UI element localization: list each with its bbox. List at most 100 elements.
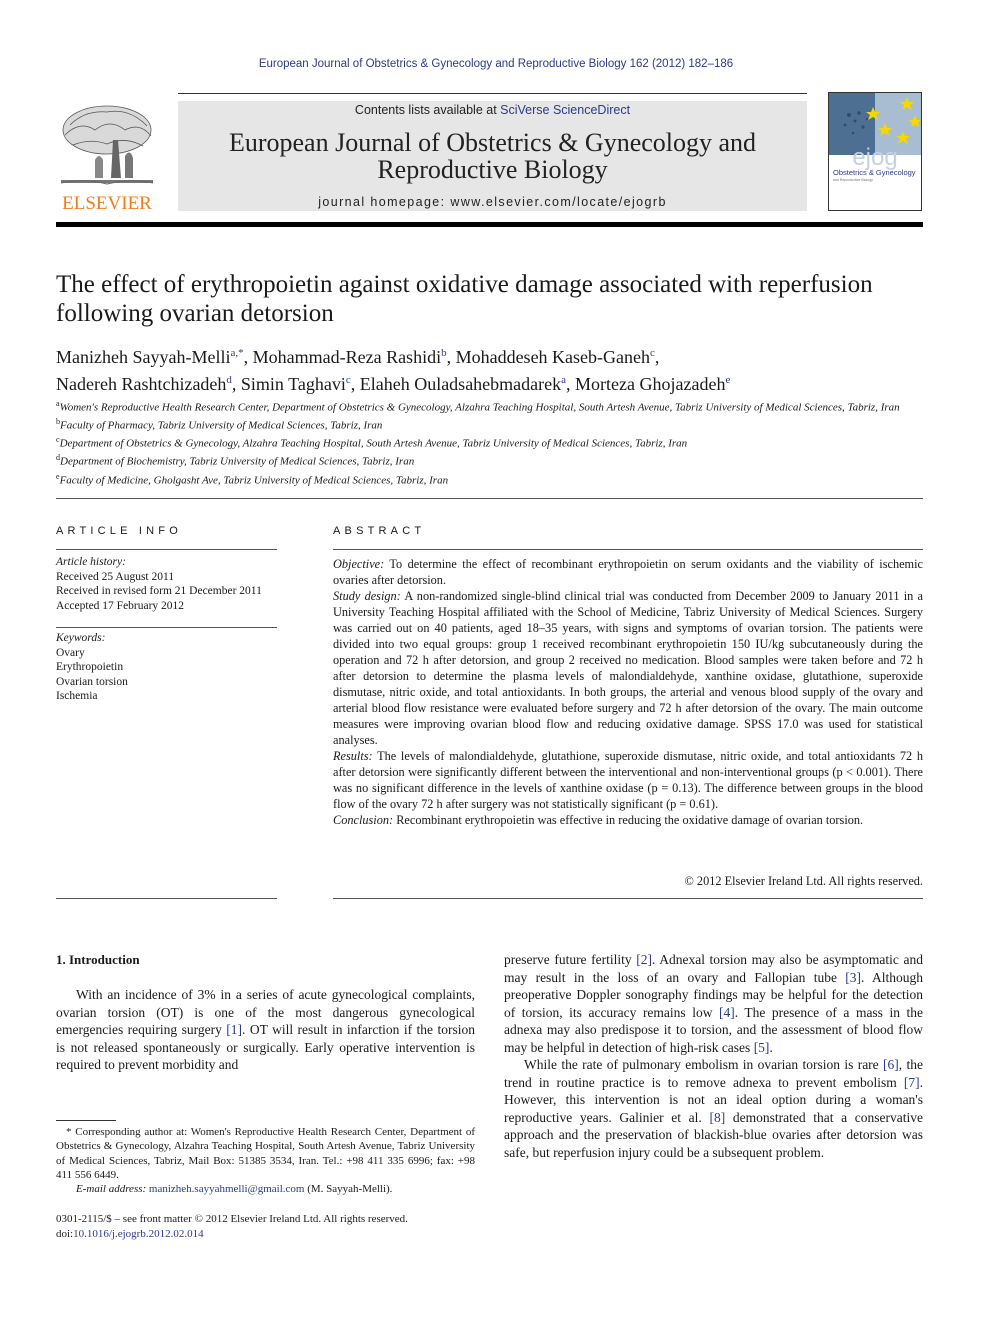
tree-icon [60, 105, 154, 185]
author-name: Mohaddeseh Kaseb-Ganeh [455, 347, 651, 367]
masthead-divider [56, 222, 923, 227]
paragraph-text: . [769, 1039, 773, 1055]
affiliation-text: Women's Reproductive Health Research Cen… [59, 401, 900, 414]
journal-cover-thumbnail[interactable]: ejog Obstetrics & Gynecology and Reprodu… [828, 92, 922, 211]
reference-link[interactable]: [3] [845, 970, 861, 985]
sciencedirect-link[interactable]: SciVerse ScienceDirect [500, 103, 630, 117]
author-name: Manizheh Sayyah-Melli [56, 347, 231, 367]
abstract-section-label: Conclusion: [333, 813, 394, 827]
homepage-url[interactable]: www.elsevier.com/locate/ejogrb [450, 195, 666, 209]
article-history-label: Article history: [56, 556, 126, 568]
author-line-2: Nadereh Rashtchizadehd, Simin Taghavic, … [56, 369, 926, 396]
issn-line: 0301-2115/$ – see front matter © 2012 El… [56, 1213, 408, 1225]
affiliation-item: dDepartment of Biochemistry, Tabriz Univ… [56, 451, 926, 469]
intro-paragraph-1: With an incidence of 3% in a series of a… [56, 986, 475, 1074]
homepage-prefix: journal homepage: [318, 195, 451, 209]
author-name: Elaheh Ouladsahebmadarek [359, 374, 562, 394]
reference-link[interactable]: [4] [719, 1005, 735, 1020]
article-history: Article history: Received 25 August 2011… [56, 555, 281, 613]
elsevier-logo[interactable]: ELSEVIER [55, 100, 159, 215]
author-affiliation-link[interactable]: a,* [230, 347, 243, 359]
affiliation-item: cDepartment of Obstetrics & Gynecology, … [56, 433, 926, 451]
abstract-bottom-rule [333, 898, 923, 899]
abstract-section-text: The levels of malondialdehyde, glutathio… [333, 749, 923, 811]
journal-title-line2: Reproductive Biology [377, 155, 608, 184]
corresponding-author-footnote: * Corresponding author at: Women's Repro… [56, 1125, 475, 1196]
citation-header[interactable]: European Journal of Obstetrics & Gynecol… [0, 58, 992, 70]
author-line-1: Manizheh Sayyah-Mellia,*, Mohammad-Reza … [56, 342, 926, 369]
doi-prefix: doi: [56, 1227, 74, 1240]
abstract-body: Objective: To determine the effect of re… [333, 556, 923, 828]
author-separator: , [654, 347, 660, 367]
abstract-section-text: A non-randomized single-blind clinical t… [333, 589, 923, 747]
reference-link[interactable]: [1] [226, 1022, 242, 1037]
keyword-item: Ischemia [56, 690, 98, 702]
author-separator: , [243, 347, 253, 367]
front-matter: 0301-2115/$ – see front matter © 2012 El… [56, 1212, 475, 1241]
keyword-item: Ovary [56, 646, 85, 659]
reference-link[interactable]: [5] [754, 1040, 770, 1055]
abstract-objective: Objective: To determine the effect of re… [333, 556, 923, 588]
abstract-section-label: Study design: [333, 589, 401, 603]
reference-link[interactable]: [6] [883, 1057, 899, 1072]
abstract-divider [333, 549, 923, 550]
affiliation-text: Faculty of Pharmacy, Tabriz University o… [60, 419, 383, 432]
doi-line: doi:10.1016/j.ejogrb.2012.02.014 [56, 1227, 475, 1242]
affiliation-item: aWomen's Reproductive Health Research Ce… [56, 397, 926, 415]
journal-title-line1: European Journal of Obstetrics & Gynecol… [228, 128, 757, 157]
history-accepted: Accepted 17 February 2012 [56, 599, 185, 612]
author-separator: , [231, 374, 241, 394]
author-name: Simin Taghavi [240, 374, 346, 394]
author-separator: , [446, 347, 456, 367]
keyword-item: Erythropoietin [56, 661, 124, 673]
journal-title: European Journal of Obstetrics & Gynecol… [178, 129, 807, 183]
keywords-divider [56, 627, 277, 628]
journal-masthead: Contents lists available at SciVerse Sci… [178, 101, 807, 211]
article-info-divider [56, 549, 277, 550]
cover-image-icon: ejog Obstetrics & Gynecology and Reprodu… [829, 93, 921, 182]
email-suffix: (M. Sayyah-Melli). [304, 1183, 393, 1196]
abstract-study-design: Study design: A non-randomized single-bl… [333, 588, 923, 748]
abstract-heading: ABSTRACT [333, 525, 426, 537]
affiliation-text: Department of Biochemistry, Tabriz Unive… [60, 456, 415, 469]
author-name: Mohammad-Reza Rashidi [252, 347, 442, 367]
reference-link[interactable]: [7] [904, 1075, 920, 1090]
abstract-copyright: © 2012 Elsevier Ireland Ltd. All rights … [684, 874, 923, 888]
article-info-bottom-rule [56, 898, 277, 899]
author-affiliation-link[interactable]: e [725, 374, 730, 386]
contents-line: Contents lists available at SciVerse Sci… [178, 103, 807, 117]
affiliation-text: Department of Obstetrics & Gynecology, A… [59, 437, 688, 450]
reference-link[interactable]: [2] [636, 952, 652, 967]
email-line: E-mail address: manizheh.sayyahmelli@gma… [56, 1182, 475, 1196]
author-separator: , [350, 374, 360, 394]
article-title-line1: The effect of erythropoietin against oxi… [56, 271, 873, 298]
history-received: Received 25 August 2011 [56, 570, 175, 583]
doi-link[interactable]: 10.1016/j.ejogrb.2012.02.014 [73, 1228, 203, 1240]
reference-link[interactable]: [8] [709, 1110, 725, 1125]
email-label: E-mail address: [76, 1183, 147, 1196]
keywords: Keywords: Ovary Erythropoietin Ovarian t… [56, 631, 281, 704]
email-link[interactable]: manizheh.sayyahmelli@gmail.com [149, 1183, 305, 1195]
body-column-right: preserve future fertility [2]. Adnexal t… [504, 951, 923, 1161]
abstract-section-text: To determine the effect of recombinant e… [333, 557, 923, 587]
affiliation-item: eFaculty of Medicine, Gholgasht Ave, Tab… [56, 470, 926, 488]
abstract-section-label: Objective: [333, 557, 385, 571]
contents-prefix: Contents lists available at [354, 103, 501, 117]
paragraph-text: While the rate of pulmonary embolism in … [524, 1057, 884, 1072]
intro-paragraph-2: While the rate of pulmonary embolism in … [504, 1056, 923, 1161]
abstract-section-text: Recombinant erythropoietin was effective… [393, 813, 864, 827]
keywords-label: Keywords: [56, 632, 106, 644]
cover-tagline: and Reproductive Biology [833, 178, 873, 182]
corresponding-author-text: * Corresponding author at: Women's Repro… [56, 1126, 475, 1181]
cover-subtitle: Obstetrics & Gynecology [833, 168, 916, 177]
article-title: The effect of erythropoietin against oxi… [56, 270, 936, 328]
author-separator: , [566, 374, 576, 394]
abstract-section-label: Results: [333, 749, 373, 763]
abstract-conclusion: Conclusion: Recombinant erythropoietin w… [333, 812, 923, 828]
elsevier-wordmark: ELSEVIER [62, 193, 152, 214]
author-name: Morteza Ghojazadeh [575, 374, 726, 394]
intro-paragraph-1-continued: preserve future fertility [2]. Adnexal t… [504, 951, 923, 1056]
cover-logo-text: ejog [852, 144, 897, 171]
affiliation-list: aWomen's Reproductive Health Research Ce… [56, 397, 926, 488]
journal-homepage: journal homepage: www.elsevier.com/locat… [178, 195, 807, 209]
